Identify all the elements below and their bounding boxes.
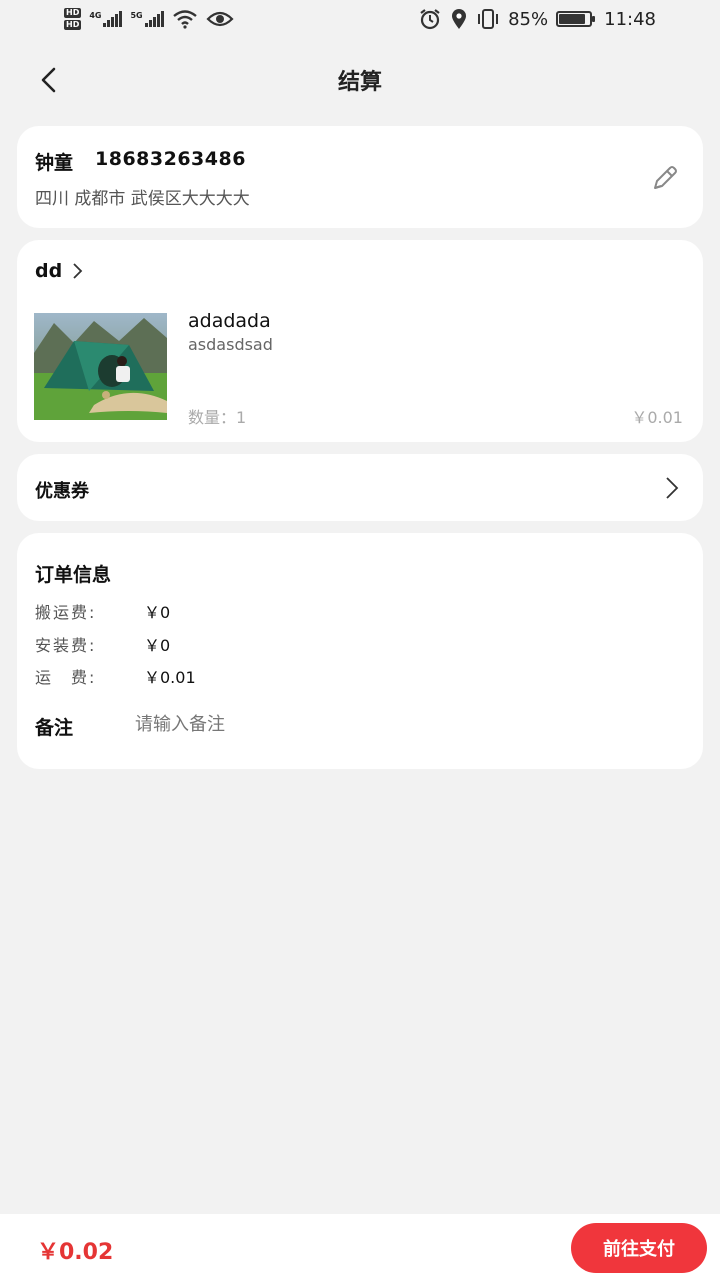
goods-image[interactable] — [34, 313, 167, 420]
back-button[interactable] — [30, 62, 66, 98]
alarm-icon — [420, 9, 440, 30]
fee-value: ￥0 — [144, 636, 171, 655]
order-info-card: 订单信息 搬运费: ￥0 安装费: ￥0 运 费: ￥0.01 备注 — [17, 533, 703, 769]
fee-value: ￥0.01 — [144, 668, 196, 687]
coupon-label: 优惠券 — [35, 481, 89, 502]
fee-value: ￥0 — [144, 603, 171, 622]
fee-row-carry: 搬运费: ￥0 — [35, 599, 170, 623]
wifi-icon — [172, 10, 197, 29]
goods-card: dd adadada asdasdsad 数量：1 ￥0.01 — [17, 240, 703, 442]
fee-row-shipping: 运 费: ￥0.01 — [35, 664, 196, 688]
pay-button[interactable]: 前往支付 — [571, 1223, 707, 1273]
remark-input[interactable] — [135, 707, 655, 741]
tent-photo — [34, 313, 167, 420]
bottom-bar: ￥0.02 前往支付 — [0, 1214, 720, 1280]
order-info-title: 订单信息 — [35, 564, 112, 586]
fee-row-install: 安装费: ￥0 — [35, 632, 170, 656]
total-price: ￥0.02 — [37, 1240, 114, 1265]
eye-icon — [206, 11, 234, 27]
page-title: 结算 — [337, 70, 382, 95]
shop-name: dd — [35, 260, 63, 282]
chevron-right-icon — [73, 263, 83, 279]
signal-icon-2: 5G — [130, 11, 164, 27]
goods-title: adadada — [188, 310, 271, 332]
receiver-address: 四川 成都市 武侯区大大大大 — [35, 189, 250, 209]
signal-icon: 4G — [89, 11, 123, 27]
status-bar: HD HD 4G 5G 85% 11:48 — [0, 0, 720, 38]
remark-label: 备注 — [35, 717, 74, 739]
goods-price: ￥0.01 — [631, 408, 683, 427]
edit-address-button[interactable] — [649, 162, 681, 194]
chevron-right-icon — [666, 477, 679, 499]
fee-label: 搬运费: — [35, 603, 97, 622]
coupon-row[interactable]: 优惠券 — [17, 454, 703, 521]
status-left: HD HD 4G 5G — [64, 8, 234, 30]
address-card[interactable]: 钟童 18683263486 四川 成都市 武侯区大大大大 — [17, 126, 703, 228]
chevron-left-icon — [41, 67, 56, 93]
fee-label: 安装费: — [35, 636, 97, 655]
status-time: 11:48 — [604, 8, 656, 30]
goods-spec: asdasdsad — [188, 335, 273, 354]
status-right: 85% 11:48 — [418, 8, 656, 30]
battery-icon — [556, 11, 596, 27]
hd-icon: HD HD — [64, 8, 82, 30]
fee-label: 运 费: — [35, 668, 97, 687]
receiver-name: 钟童 — [35, 152, 74, 174]
nav-bar: 结算 — [0, 48, 720, 112]
receiver-phone: 18683263486 — [95, 148, 246, 170]
pencil-icon — [654, 166, 677, 189]
shop-row[interactable]: dd — [35, 260, 84, 282]
location-icon — [452, 9, 467, 29]
goods-quantity: 数量：1 — [188, 408, 247, 427]
vibrate-icon — [478, 9, 499, 29]
battery-percent: 85% — [508, 8, 549, 30]
